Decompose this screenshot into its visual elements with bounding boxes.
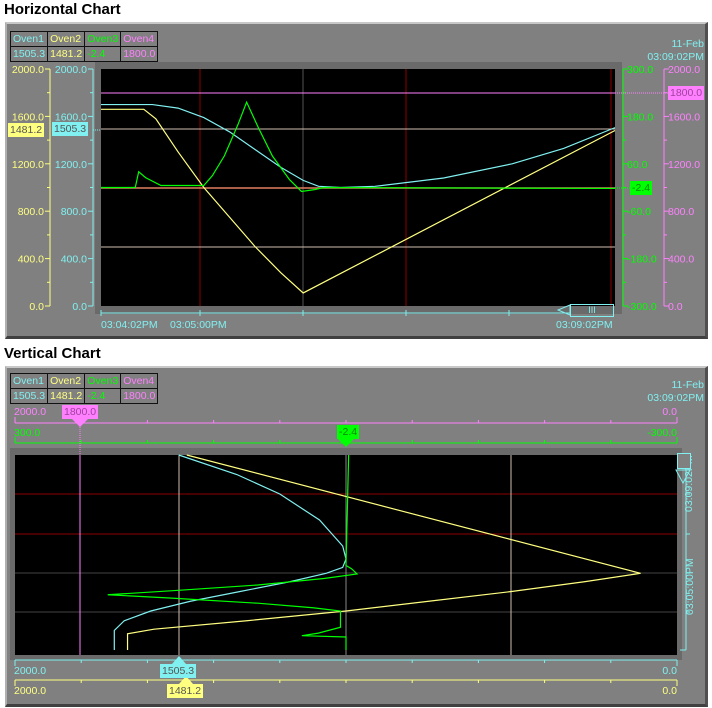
marker-oven1[interactable]: 1505.3 <box>52 122 89 136</box>
axis-tick-label: 400.0 <box>18 254 44 266</box>
axis-tick-label: 400.0 <box>61 254 87 266</box>
axis-tick-label: 1200.0 <box>12 159 44 171</box>
vtime-label-mid: 03:05:00PM <box>684 558 696 615</box>
axis-tick-label: 1600.0 <box>12 111 44 123</box>
axis-tick-label: 800.0 <box>668 206 694 218</box>
axis-tick-label: 180.0 <box>627 111 653 123</box>
bottom-axis-oven2-left: 2000.0 <box>14 685 47 697</box>
top-axis-oven4-right: 0.0 <box>662 406 677 418</box>
axis-tick-label: 1200.0 <box>55 159 87 171</box>
vmarker-oven3[interactable]: -2.4 <box>337 425 360 439</box>
vertical-scroll-thumb[interactable] <box>677 453 691 469</box>
marker-oven3[interactable]: -2.4 <box>630 181 653 195</box>
vmarker-oven2[interactable]: 1481.2 <box>167 684 204 698</box>
time-label-end: 03:09:02PM <box>556 319 613 331</box>
trend-graphics: 2000.0 1600.0 1200.0 800.0 400.0 0.0 2000.0 160… <box>10 62 700 686</box>
axis-tick-label: 0.0 <box>72 301 87 313</box>
bottom-axis-oven2-right: 0.0 <box>662 685 677 697</box>
top-axis-oven3-left: 300.0 <box>14 427 41 439</box>
axis-tick-label: -180.0 <box>627 254 657 266</box>
axis-tick-label: 2000.0 <box>12 64 44 76</box>
marker-oven2[interactable]: 1481.2 <box>8 123 45 137</box>
marker-oven4[interactable]: 1800.0 <box>668 86 705 100</box>
axis-tick-label: -60.0 <box>627 206 651 218</box>
axis-tick-label: -300.0 <box>627 301 657 313</box>
axis-tick-label: 1600.0 <box>668 111 700 123</box>
horizontal-scroll-thumb[interactable]: III <box>570 304 614 317</box>
top-axis-oven4-left: 2000.0 <box>14 406 47 418</box>
axis-tick-label: 1200.0 <box>668 159 700 171</box>
top-axis-oven3-right: -300.0 <box>647 427 677 439</box>
axis-tick-label: 400.0 <box>668 254 694 266</box>
axis-tick-label: 0.0 <box>29 301 44 313</box>
axis-tick-label: 0.0 <box>668 301 683 313</box>
vmarker-oven4[interactable]: 1800.0 <box>62 405 99 419</box>
axis-tick-label: 300.0 <box>627 64 653 76</box>
axis-tick-label: 800.0 <box>61 206 87 218</box>
axis-tick-label: 2000.0 <box>668 64 700 76</box>
bottom-axis-oven1-right: 0.0 <box>662 665 677 677</box>
axis-tick-label: 60.0 <box>627 159 648 171</box>
time-label-mid: 03:05:00PM <box>170 319 227 331</box>
time-label-start: 03:04:02PM <box>101 319 158 331</box>
axis-tick-label: 800.0 <box>18 206 44 218</box>
bottom-axis-oven1-left: 2000.0 <box>14 665 47 677</box>
vmarker-oven1[interactable]: 1505.3 <box>160 664 197 678</box>
axis-tick-label: 2000.0 <box>55 64 87 76</box>
